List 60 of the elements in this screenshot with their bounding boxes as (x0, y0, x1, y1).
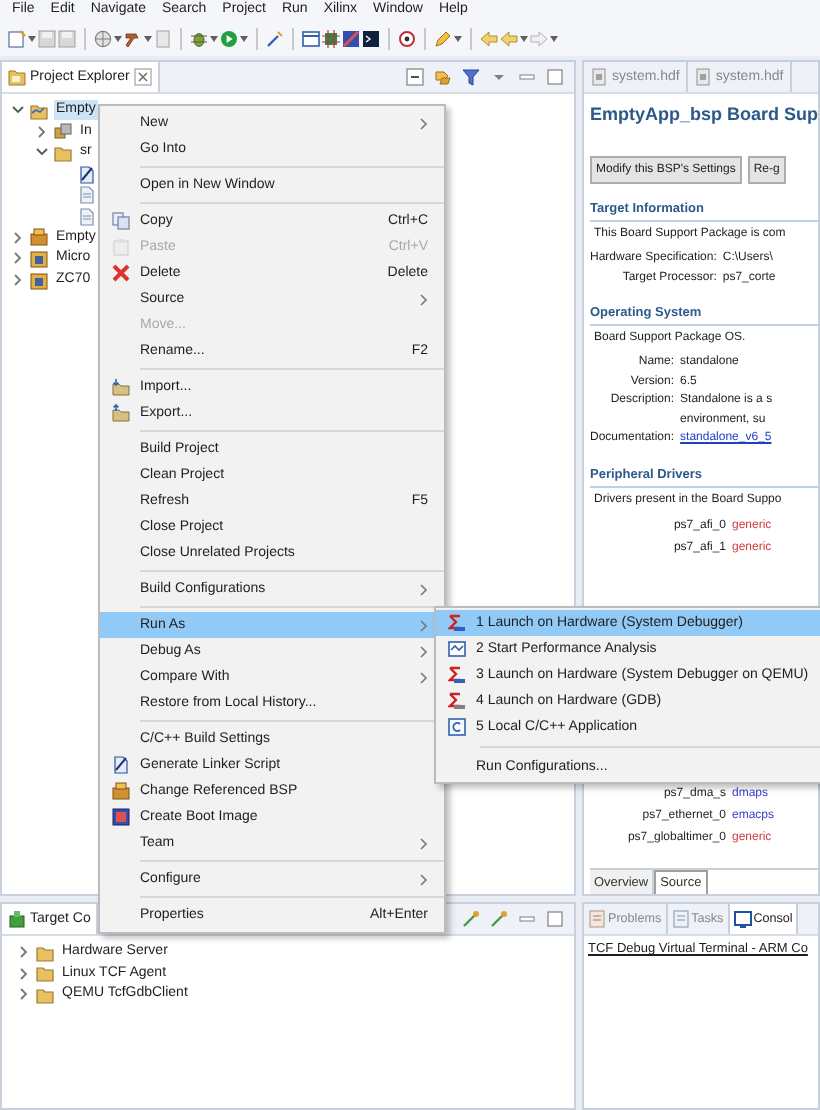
task-list-icon (671, 910, 690, 928)
window-icon[interactable] (302, 29, 320, 47)
close-icon (133, 68, 152, 86)
target-icon (8, 910, 26, 928)
hammer-icon[interactable] (124, 29, 142, 47)
dropdown-arrow-icon[interactable] (210, 35, 218, 41)
new-connection-icon[interactable] (462, 910, 480, 928)
launch-icon (447, 666, 465, 684)
folder-icon (8, 68, 26, 86)
launch-icon (447, 614, 465, 632)
gear-icon[interactable] (398, 29, 416, 47)
dropdown-arrow-icon[interactable] (28, 35, 36, 41)
dropdown-arrow-icon[interactable] (520, 35, 528, 41)
image-icon[interactable] (342, 29, 360, 47)
dropdown-arrow-icon[interactable] (550, 35, 558, 41)
export-icon (111, 404, 129, 422)
collapse-all-icon[interactable] (406, 68, 424, 86)
folder-icon (54, 143, 72, 162)
collapse-icon[interactable] (36, 146, 48, 159)
monitor-icon (733, 910, 752, 928)
filter-icon[interactable] (462, 68, 480, 86)
expand-icon[interactable] (18, 946, 30, 959)
launch-icon (447, 692, 465, 710)
bug-icon[interactable] (190, 29, 208, 47)
chart-window-icon (447, 640, 465, 658)
expand-icon[interactable] (12, 274, 24, 287)
page-title: EmptyApp_bsp Board Sup (590, 104, 818, 124)
wand-icon[interactable] (266, 29, 284, 47)
dropdown-arrow-icon[interactable] (240, 35, 248, 41)
delete-icon (111, 264, 129, 282)
linker-file-icon (111, 756, 129, 774)
expand-icon[interactable] (12, 252, 24, 265)
pen-icon[interactable] (434, 29, 452, 47)
package-icon (111, 782, 129, 800)
new-file-icon[interactable] (8, 29, 26, 47)
import-icon (111, 378, 129, 396)
file-icon (693, 68, 712, 86)
expand-icon[interactable] (18, 988, 30, 1001)
package-icon (30, 228, 48, 247)
project-icon (30, 101, 48, 120)
file-icon (590, 68, 608, 86)
dropdown-arrow-icon[interactable] (144, 35, 152, 41)
includes-icon (54, 122, 72, 141)
dropdown-arrow-icon[interactable] (454, 35, 462, 41)
collapse-icon[interactable] (12, 104, 24, 117)
expand-icon[interactable] (18, 967, 30, 980)
terminal-icon[interactable] (362, 29, 380, 47)
dropdown-arrow-icon[interactable] (114, 35, 122, 41)
expand-icon[interactable] (36, 125, 48, 138)
paste-icon (111, 238, 129, 256)
chip-icon[interactable] (322, 29, 340, 47)
globe-icon[interactable] (94, 29, 112, 47)
boot-image-icon (111, 808, 129, 826)
c-file-icon (447, 718, 465, 736)
link-icon[interactable] (434, 68, 452, 86)
connect-icon[interactable] (490, 910, 508, 928)
expand-icon[interactable] (12, 231, 24, 244)
list-icon (588, 910, 606, 928)
run-icon[interactable] (220, 29, 238, 47)
copy-icon (111, 212, 129, 230)
